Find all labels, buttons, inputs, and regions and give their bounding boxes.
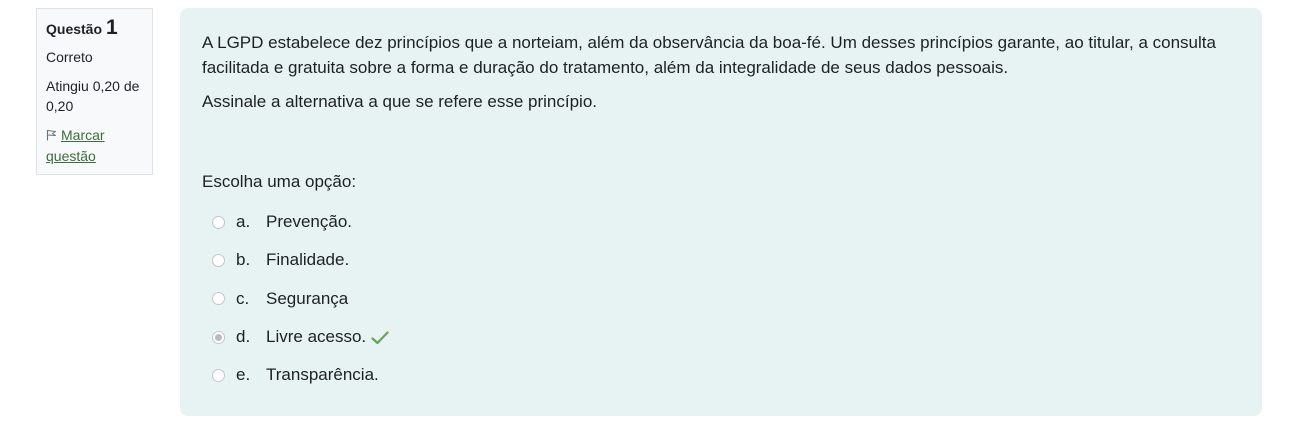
option-c-text: Segurança [266,288,349,308]
flag-icon [46,126,58,146]
answer-prompt: Escolha uma opção: [202,172,357,191]
question-content: A LGPD estabelece dez princípios que a n… [180,8,1262,416]
question-label: Questão [46,21,103,37]
question-text: A LGPD estabelece dez princípios que a n… [202,30,1240,114]
question-number-line: Questão 1 [46,16,143,39]
option-e-radio[interactable] [212,368,225,382]
question-number: 1 [106,16,118,39]
option-a[interactable]: a. Prevenção. [202,203,1240,241]
question-info: Questão 1 Correto Atingiu 0,20 de 0,20 M… [36,8,153,175]
option-c-letter: c. [236,288,250,308]
question-state: Correto [46,49,93,65]
option-d-letter: d. [236,327,251,347]
answer-options: a. Prevenção. b. Finalidade. c. Seguranç… [202,203,1240,394]
option-b-radio[interactable] [212,253,225,267]
check-icon [371,330,389,345]
option-c[interactable]: c. Segurança [202,280,1240,318]
option-c-radio[interactable] [212,292,225,306]
question-paragraph-1: A LGPD estabelece dez princípios que a n… [202,33,1216,77]
option-e[interactable]: e. Transparência. [202,356,1240,394]
question-paragraph-2: Assinale a alternativa a que se refere e… [202,92,598,111]
option-b-letter: b. [236,250,251,270]
option-d[interactable]: d. Livre acesso. [202,318,1240,356]
option-a-text: Prevenção. [266,212,352,232]
option-b[interactable]: b. Finalidade. [202,241,1240,279]
option-d-text: Livre acesso. [266,327,367,347]
option-e-letter: e. [236,365,251,385]
option-a-radio[interactable] [212,215,225,229]
flag-question-link[interactable]: Marcar questão [46,125,143,166]
option-d-radio[interactable] [212,330,225,344]
option-e-text: Transparência. [266,365,379,385]
option-a-letter: a. [236,212,251,232]
question-grade: Atingiu 0,20 de 0,20 [46,78,140,114]
option-b-text: Finalidade. [266,250,350,270]
